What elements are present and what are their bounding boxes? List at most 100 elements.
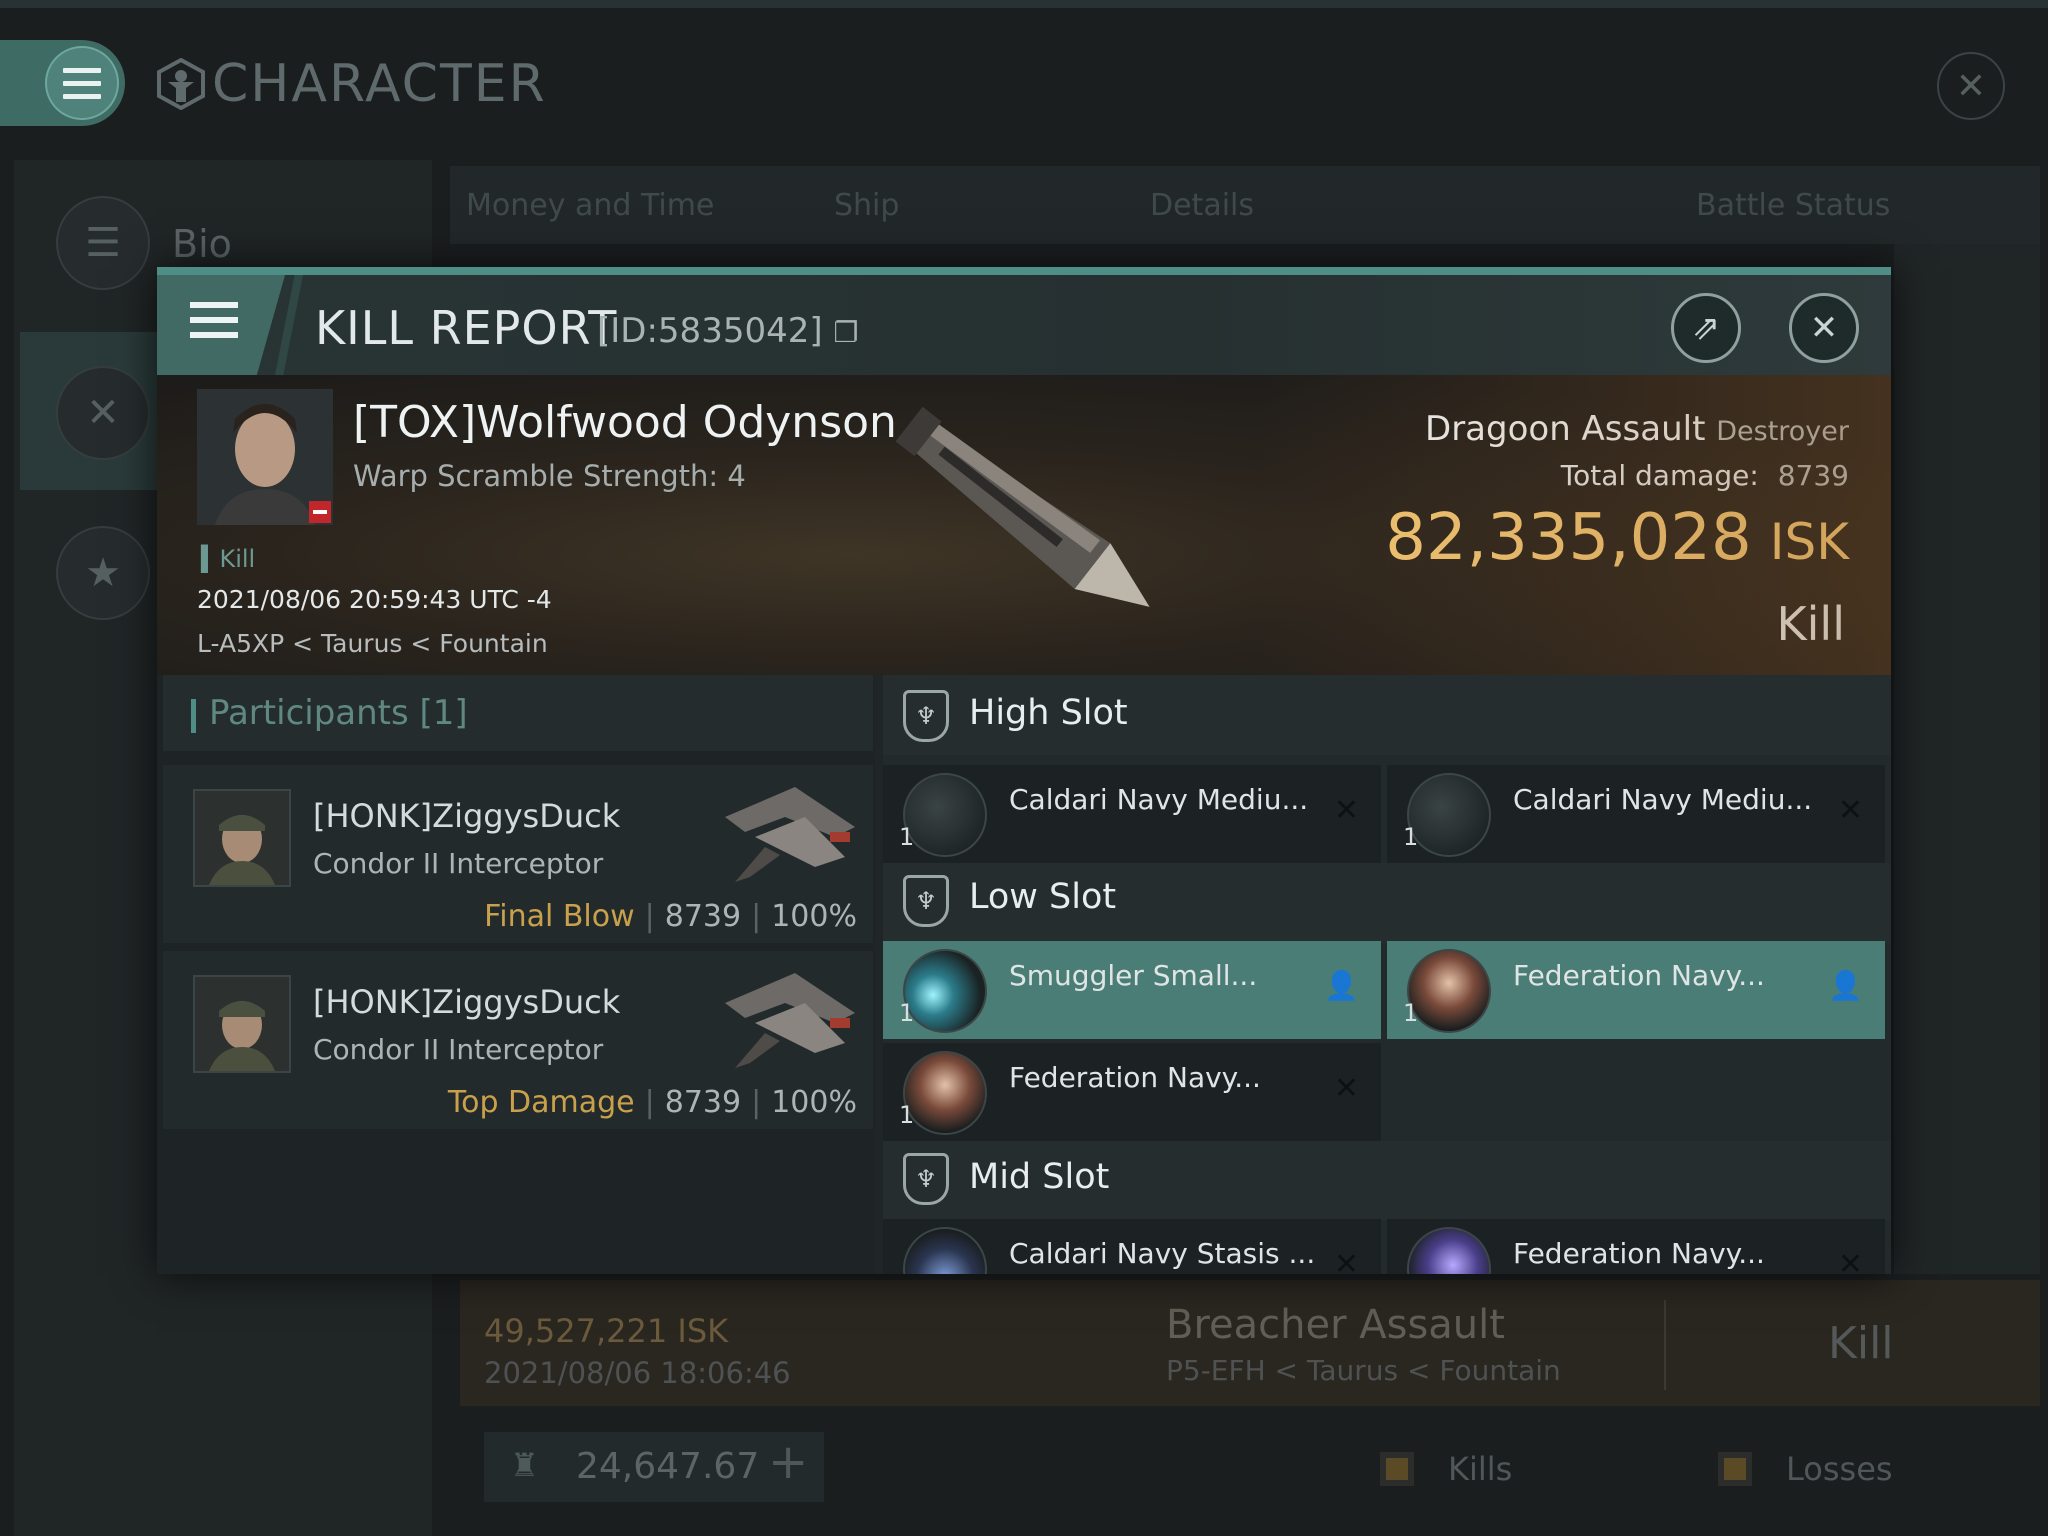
isk-value: 82,335,028 ISK (1385, 501, 1849, 575)
participant-stats: Final Blow | 8739 | 100% (484, 899, 857, 934)
currency-icon: ♜ (510, 1446, 539, 1484)
kill-tag: ▍Kill (201, 545, 256, 573)
participant-role: Top Damage (447, 1085, 635, 1120)
module-quantity: 1 (1403, 823, 1419, 851)
turret-module-icon (1407, 773, 1491, 857)
participant-avatar (193, 975, 291, 1073)
add-balance-button[interactable]: + (768, 1434, 808, 1490)
participant-row[interactable]: [HONK]ZiggysDuck Condor II Interceptor T… (163, 951, 873, 1129)
participant-ship-image (725, 973, 855, 1068)
row-result: Kill (1828, 1318, 1894, 1369)
armor-module-icon (903, 1051, 987, 1135)
module-quantity: 1 (899, 999, 915, 1027)
window-title: CHARACTER (156, 54, 547, 114)
module-quantity: 1 (899, 1101, 915, 1129)
participant-row[interactable]: [HONK]ZiggysDuck Condor II Interceptor F… (163, 765, 873, 943)
participant-ship-image (725, 787, 855, 882)
crossed-swords-icon: ✕ (56, 366, 150, 460)
kill-location[interactable]: L-A5XP < Taurus < Fountain (197, 629, 548, 658)
participant-name[interactable]: [HONK]ZiggysDuck (313, 797, 620, 835)
mid-slot-icon: ♆ (903, 1153, 949, 1205)
module-name: Federation Navy... (1009, 1061, 1261, 1094)
victim-ship-image (895, 406, 1150, 607)
participant-stats: Top Damage | 8739 | 100% (447, 1085, 857, 1120)
star-badge-icon: ★ (56, 526, 150, 620)
copy-icon[interactable]: ❐ (833, 316, 858, 349)
module-name: Federation Navy... (1513, 1237, 1765, 1270)
background-right-column (1894, 244, 2040, 1274)
person-icon: 👤 (1828, 969, 1863, 1002)
isk-unit: ISK (1769, 513, 1849, 571)
list-icon: ☰ (56, 196, 150, 290)
tab-details[interactable]: Details (1150, 188, 1254, 223)
person-icon: 👤 (1324, 969, 1359, 1002)
share-button[interactable]: ⇗ (1671, 293, 1741, 363)
victim-subtitle: Warp Scramble Strength: 4 (353, 459, 746, 493)
high-slot-header: ♆ High Slot (883, 675, 1891, 755)
module-quantity: 1 (1403, 999, 1419, 1027)
victim-ship-name[interactable]: Dragoon Assault (1425, 409, 1705, 449)
module-item[interactable]: 1 Federation Navy... ✕ (1387, 1219, 1885, 1274)
window-close-button[interactable]: ✕ (1937, 52, 2005, 120)
total-damage-value: 8739 (1777, 459, 1849, 492)
modal-close-button[interactable]: ✕ (1789, 293, 1859, 363)
kills-legend-swatch (1380, 1452, 1414, 1486)
participant-name[interactable]: [HONK]ZiggysDuck (313, 983, 620, 1021)
kill-tag-label: Kill (219, 545, 256, 573)
tab-money-and-time[interactable]: Money and Time (466, 188, 714, 223)
balance-value: 24,647.67 (576, 1446, 760, 1487)
module-name: Caldari Navy Stasis ... (1009, 1237, 1316, 1270)
participant-damage: 8739 (664, 1085, 742, 1120)
total-damage: Total damage: 8739 (1561, 459, 1849, 492)
warp-disruptor-module-icon (1407, 1227, 1491, 1274)
row-isk-value: 49,527,221 ISK (484, 1312, 729, 1350)
close-icon: ✕ (1955, 65, 1987, 107)
destroyed-x-icon: ✕ (1333, 1071, 1359, 1106)
module-name: Smuggler Small... (1009, 959, 1258, 992)
module-name: Federation Navy... (1513, 959, 1765, 992)
module-item[interactable]: 1 Smuggler Small... 👤 (883, 941, 1381, 1039)
low-slot-icon: ♆ (903, 875, 949, 927)
row-ship-name: Breacher Assault (1166, 1302, 1505, 1348)
tab-ship[interactable]: Ship (834, 188, 899, 223)
hamburger-icon (190, 302, 238, 338)
kill-id-text: [ID:5835042] (597, 311, 823, 351)
close-icon: ✕ (1809, 308, 1839, 348)
row-date: 2021/08/06 18:06:46 (484, 1356, 791, 1390)
row-location: P5-EFH < Taurus < Fountain (1166, 1354, 1561, 1387)
participant-avatar (193, 789, 291, 887)
participant-role: Final Blow (484, 899, 635, 934)
window-title-text: CHARACTER (212, 54, 547, 114)
participants-header-accent (191, 699, 196, 733)
external-link-icon: ⇗ (1691, 308, 1721, 348)
top-strip (0, 0, 2048, 8)
stasis-webifier-module-icon (903, 1227, 987, 1274)
row-divider (1664, 1300, 1666, 1390)
isk-amount: 82,335,028 (1385, 501, 1752, 575)
victim-name[interactable]: [TOX]Wolfwood Odynson (353, 397, 897, 448)
victim-portrait[interactable] (197, 389, 333, 525)
victim-ship-type: Dragoon Assault Destroyer (1425, 409, 1849, 449)
high-slot-icon: ♆ (903, 690, 949, 742)
participant-ship: Condor II Interceptor (313, 1033, 604, 1066)
participants-title: Participants [1] (209, 693, 468, 733)
hamburger-icon (45, 46, 119, 120)
module-name: Caldari Navy Mediu... (1513, 783, 1813, 816)
main-menu-button[interactable] (0, 40, 125, 126)
module-item[interactable]: 1 Caldari Navy Stasis ... ✕ (883, 1219, 1381, 1274)
mid-slot-header: ♆ Mid Slot (883, 1141, 1891, 1221)
turret-module-icon (903, 773, 987, 857)
module-quantity: 1 (899, 823, 915, 851)
module-item[interactable]: 1 Caldari Navy Mediu... ✕ (883, 765, 1381, 863)
module-item[interactable]: 1 Federation Navy... 👤 (1387, 941, 1885, 1039)
tab-battle-status[interactable]: Battle Status (1696, 188, 1890, 223)
losses-legend-label: Losses (1786, 1450, 1893, 1488)
module-item[interactable]: 1 Federation Navy... ✕ (883, 1043, 1381, 1141)
destroyed-x-icon: ✕ (1837, 793, 1863, 828)
character-emblem-icon (157, 58, 205, 110)
armor-module-icon (1407, 949, 1491, 1033)
kill-id: [ID:5835042] ❐ (597, 311, 859, 351)
module-name: Caldari Navy Mediu... (1009, 783, 1309, 816)
module-item[interactable]: 1 Caldari Navy Mediu... ✕ (1387, 765, 1885, 863)
victim-banner: [TOX]Wolfwood Odynson Warp Scramble Stre… (157, 375, 1891, 675)
